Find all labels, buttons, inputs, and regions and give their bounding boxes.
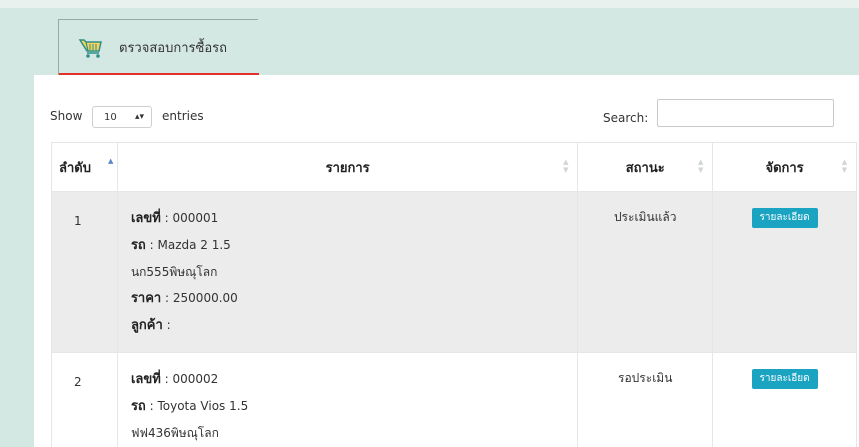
- cart-icon: [78, 37, 104, 59]
- row-details: เลขที่ : 000001 รถ : Mazda 2 1.5 นก555พิ…: [116, 191, 579, 353]
- column-header-list[interactable]: รายการ ▲ ▼: [116, 142, 579, 192]
- doc-number-label: เลขที่: [130, 372, 161, 387]
- sort-icon: ▲ ▼: [697, 158, 704, 174]
- car-label: รถ: [130, 399, 146, 414]
- column-header-manage[interactable]: จัดการ ▲ ▼: [712, 142, 857, 192]
- row-actions: รายละเอียด: [712, 191, 857, 353]
- column-header-status[interactable]: สถานะ ▲ ▼: [577, 142, 714, 192]
- entries-label: entries: [162, 109, 204, 123]
- car-value: : Mazda 2 1.5: [145, 238, 231, 252]
- search-input[interactable]: [657, 99, 834, 127]
- detail-button[interactable]: รายละเอียด: [751, 208, 818, 228]
- table-row: 2 เลขที่ : 000002 รถ : Toyota Vios 1.5 ฟ…: [51, 352, 857, 447]
- content-card: Show 10 ▴▾ entries Search: ลำดับ ▲ รายกา…: [34, 75, 859, 447]
- row-number: 2: [51, 352, 118, 447]
- row-status: รอประเมิน: [577, 352, 714, 447]
- car-line: รถ : Toyota Vios 1.5: [131, 393, 577, 420]
- table-row: 1 เลขที่ : 000001 รถ : Mazda 2 1.5 นก555…: [51, 191, 857, 353]
- tab-purchase-check[interactable]: ตรวจสอบการซื้อรถ: [58, 19, 259, 76]
- customer-label: ลูกค้า: [130, 318, 163, 333]
- row-details: เลขที่ : 000002 รถ : Toyota Vios 1.5 ฟฟ4…: [116, 352, 579, 447]
- plate-line: ฟฟ436พิษณุโลก: [130, 426, 219, 440]
- table-controls: Show 10 ▴▾ entries Search:: [34, 75, 859, 139]
- doc-number-line: เลขที่ : 000002: [131, 366, 577, 393]
- doc-number-value: : 000002: [160, 372, 219, 386]
- doc-number-label: เลขที่: [130, 211, 161, 226]
- price-line: ราคา : 250000.00: [131, 285, 577, 312]
- row-actions: รายละเอียด: [712, 352, 857, 447]
- top-strip: [0, 0, 859, 8]
- table-header-row: ลำดับ ▲ รายการ ▲ ▼ สถานะ ▲ ▼ จัดการ ▲ ▼: [51, 142, 857, 192]
- show-label: Show: [50, 109, 83, 123]
- column-header-label: ลำดับ: [59, 160, 91, 176]
- price-value: : 250000.00: [161, 291, 238, 305]
- price-label: ราคา: [130, 291, 162, 306]
- sort-icon: ▲ ▼: [841, 158, 848, 174]
- customer-line: ลูกค้า :: [131, 312, 577, 339]
- page-length-value: 10: [104, 111, 117, 123]
- search-label: Search:: [603, 111, 649, 125]
- sort-asc-icon: ▲: [108, 157, 114, 165]
- car-value: : Toyota Vios 1.5: [145, 399, 249, 413]
- row-status: ประเมินแล้ว: [577, 191, 714, 353]
- doc-number-value: : 000001: [160, 211, 219, 225]
- doc-number-line: เลขที่ : 000001: [131, 205, 577, 232]
- sort-icon: ▲ ▼: [563, 158, 569, 174]
- row-number: 1: [51, 191, 118, 353]
- car-label: รถ: [130, 238, 146, 253]
- plate-line: นก555พิษณุโลก: [130, 265, 218, 279]
- purchase-table: ลำดับ ▲ รายการ ▲▼ สถานะ ▲▼ จัดการ ▲▼: [51, 142, 857, 447]
- column-header-label: สถานะ: [625, 160, 665, 176]
- detail-button[interactable]: รายละเอียด: [751, 369, 818, 389]
- tab-label: ตรวจสอบการซื้อรถ: [119, 41, 227, 56]
- column-header-label: รายการ: [325, 160, 370, 176]
- page-length-select[interactable]: 10 ▴▾: [92, 106, 152, 128]
- updown-arrow-icon: ▴▾: [134, 112, 144, 122]
- column-header-no[interactable]: ลำดับ ▲: [51, 142, 118, 192]
- customer-value: :: [162, 318, 171, 332]
- column-header-label: จัดการ: [765, 160, 804, 176]
- car-line: รถ : Mazda 2 1.5: [131, 232, 577, 259]
